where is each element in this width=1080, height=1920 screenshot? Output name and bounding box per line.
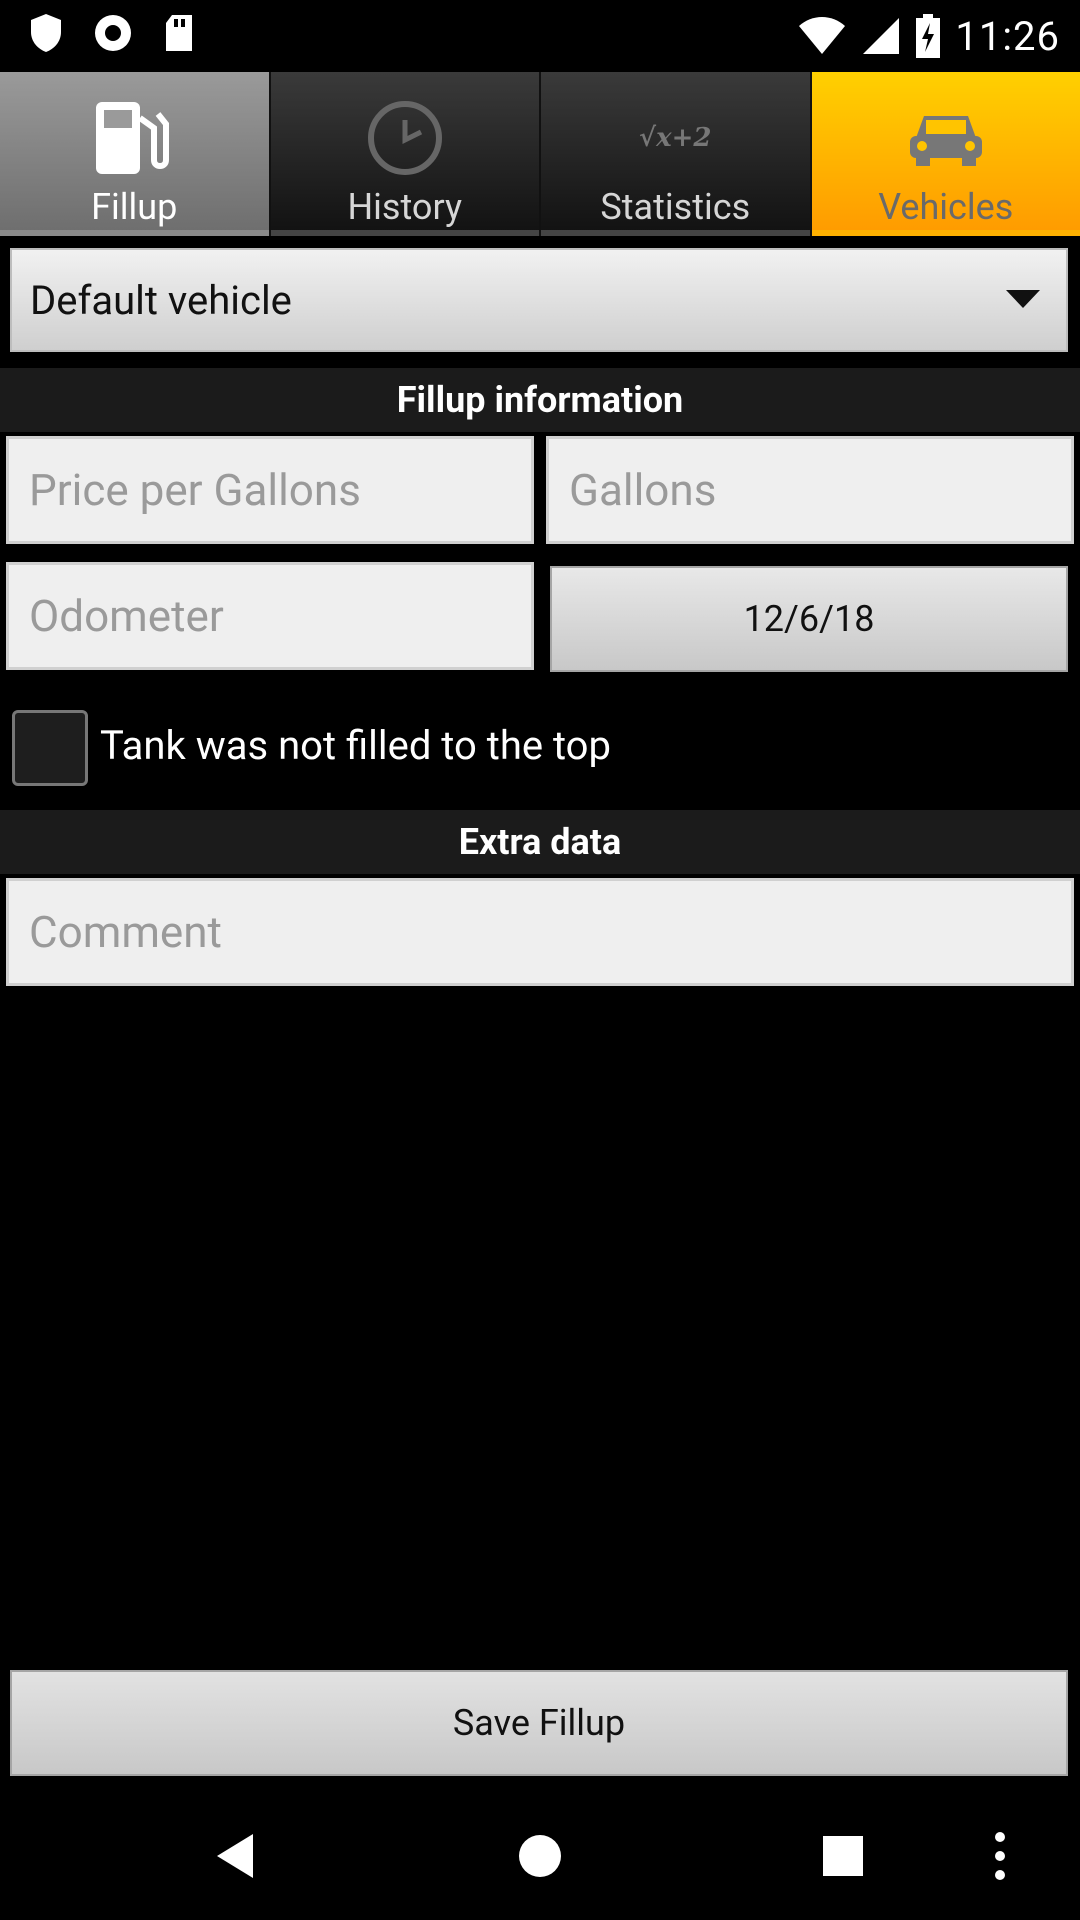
more-options-button[interactable] bbox=[980, 1792, 1020, 1920]
shield-icon bbox=[31, 14, 61, 52]
vehicle-selector-value: Default vehicle bbox=[30, 276, 292, 324]
status-time: 11:26 bbox=[955, 12, 1060, 60]
odometer-placeholder: Odometer bbox=[29, 590, 224, 642]
tab-history-indicator bbox=[270, 230, 539, 236]
tab-statistics-indicator bbox=[541, 230, 810, 236]
tab-vehicles-indicator bbox=[811, 230, 1080, 236]
status-bar: 11:26 bbox=[0, 0, 1080, 72]
date-button[interactable]: 12/6/18 bbox=[550, 566, 1068, 672]
price-per-gallon-placeholder: Price per Gallons bbox=[29, 464, 361, 516]
back-icon bbox=[217, 1834, 253, 1878]
comment-placeholder: Comment bbox=[29, 906, 222, 958]
tab-statistics-label: Statistics bbox=[600, 186, 751, 228]
cell-signal-icon bbox=[863, 18, 900, 54]
tank-not-full-label[interactable]: Tank was not filled to the top bbox=[100, 722, 611, 769]
section-fillup-information: Fillup information bbox=[0, 368, 1080, 432]
tab-statistics[interactable]: √x+2 Statistics bbox=[541, 72, 812, 236]
navigation-bar bbox=[0, 1792, 1080, 1920]
comment-input[interactable]: Comment bbox=[6, 878, 1074, 986]
formula-icon: √x+2 bbox=[639, 123, 712, 153]
price-per-gallon-input[interactable]: Price per Gallons bbox=[6, 436, 534, 544]
wifi-icon bbox=[799, 17, 846, 54]
tank-not-full-checkbox[interactable] bbox=[12, 710, 88, 786]
gallons-input[interactable]: Gallons bbox=[546, 436, 1074, 544]
recents-icon bbox=[823, 1836, 863, 1876]
chevron-down-icon bbox=[1006, 290, 1040, 308]
tab-vehicles-label: Vehicles bbox=[878, 186, 1014, 228]
section-extra-data: Extra data bbox=[0, 810, 1080, 874]
clock-icon bbox=[367, 101, 442, 175]
tab-history-label: History bbox=[347, 186, 463, 228]
home-icon bbox=[519, 1835, 561, 1877]
recents-button[interactable] bbox=[808, 1792, 878, 1920]
tab-history[interactable]: History bbox=[270, 72, 541, 236]
vehicle-selector[interactable]: Default vehicle bbox=[10, 248, 1068, 352]
gallons-placeholder: Gallons bbox=[569, 464, 717, 516]
tab-vehicles[interactable]: Vehicles bbox=[811, 72, 1080, 236]
tab-fillup-label: Fillup bbox=[91, 186, 178, 228]
tab-bar: Fillup History √x+2 Statistics Vehicles bbox=[0, 72, 1080, 236]
fuel-pump-icon bbox=[96, 102, 170, 174]
sd-card-icon bbox=[166, 15, 192, 51]
car-icon bbox=[909, 116, 982, 166]
back-button[interactable] bbox=[200, 1792, 270, 1920]
save-fillup-button[interactable]: Save Fillup bbox=[10, 1670, 1068, 1776]
tab-fillup[interactable]: Fillup bbox=[0, 72, 271, 236]
battery-charging-icon bbox=[916, 14, 941, 58]
record-icon bbox=[95, 15, 131, 51]
tab-fillup-indicator bbox=[0, 230, 269, 236]
home-button[interactable] bbox=[505, 1792, 575, 1920]
odometer-input[interactable]: Odometer bbox=[6, 562, 534, 670]
more-vert-icon bbox=[995, 1832, 1005, 1880]
